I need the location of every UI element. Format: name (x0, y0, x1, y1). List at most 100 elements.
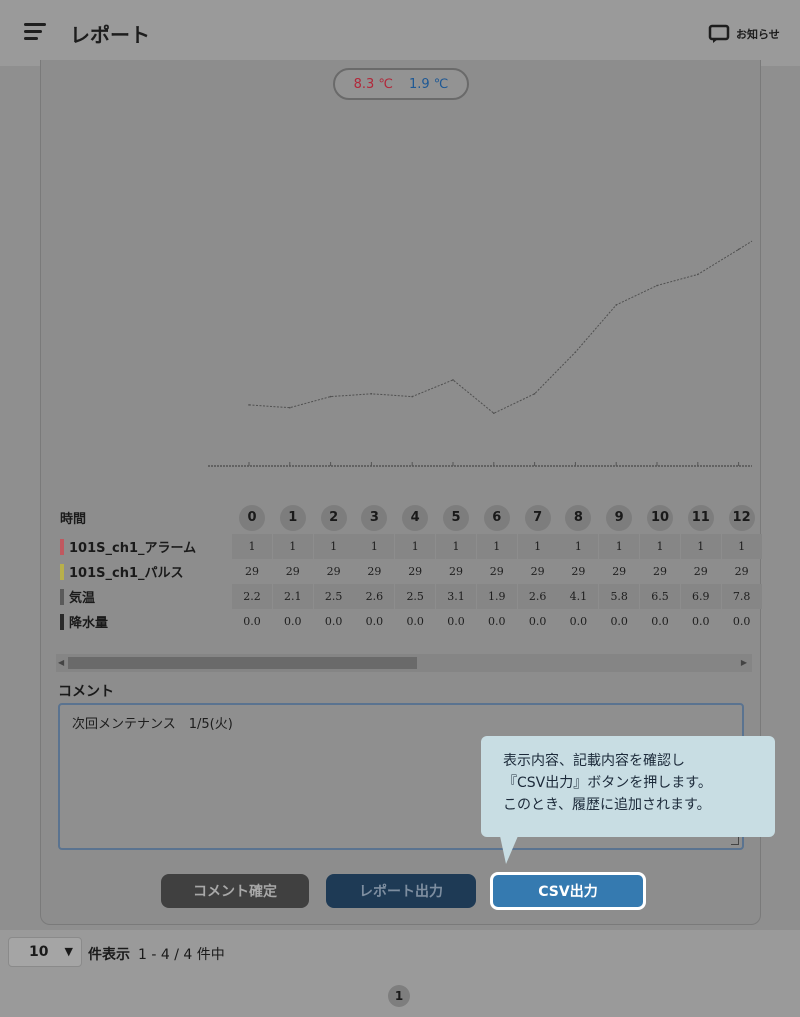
table-cell: 29 (326, 565, 341, 578)
table-row: 101S_ch1_アラーム 1 1 1 1 1 1 1 1 1 1 1 1 1 (60, 534, 762, 559)
message-icon (708, 24, 730, 43)
menu-icon[interactable] (24, 23, 46, 41)
table-cell: 2.5 (395, 584, 436, 609)
max-temperature: 8.3 ℃ (353, 76, 393, 92)
confirm-comment-button[interactable]: コメント確定 (161, 874, 309, 908)
hour-badge: 3 (361, 504, 388, 531)
resize-handle-icon[interactable] (731, 837, 739, 845)
hour-header-cell: 12 (722, 504, 762, 531)
chevron-down-icon: ▼ (64, 945, 73, 958)
temperature-point (493, 412, 495, 415)
hour-header-cell: 1 (273, 504, 313, 531)
hour-header-cell: 10 (640, 504, 680, 531)
table-cell: 0.0 (243, 615, 261, 628)
table-cell: 0.0 (569, 615, 588, 628)
temperature-series-line (248, 240, 753, 414)
row-color-marker (60, 613, 64, 630)
temperature-point (370, 393, 373, 395)
temperature-range-badge: 8.3 ℃ 1.9 ℃ (333, 68, 469, 100)
csv-output-button[interactable]: CSV出力 (490, 872, 646, 910)
table-cell: 1 (272, 534, 313, 559)
hour-header-cell: 2 (314, 504, 354, 531)
table-cell: 1 (395, 534, 436, 559)
table-cell: 0.0 (365, 615, 384, 628)
row-label: 気温 (60, 584, 95, 609)
temperature-point (329, 395, 332, 398)
app-header: レポート お知らせ (0, 0, 800, 66)
temperature-line-chart (208, 240, 753, 467)
row-label-text: 降水量 (69, 616, 109, 631)
row-label-text: 気温 (69, 591, 96, 606)
instruction-tooltip: 表示内容、記載内容を確認し 『CSV出力』ボタンを押します。 このとき、履歴に追… (481, 736, 775, 837)
table-cell: 29 (693, 565, 708, 578)
table-cell: 4.1 (558, 584, 599, 609)
table-cell: 0.0 (488, 615, 506, 628)
table-cell: 1 (436, 534, 476, 559)
hour-badge: 7 (524, 504, 551, 531)
row-label: 降水量 (60, 609, 108, 634)
table-row: 気温 2.2 2.1 2.5 2.6 2.5 3.1 1.9 2.6 4.1 5.8 6.5 6.9 7.… (60, 584, 762, 609)
hour-badge: 8 (565, 504, 592, 531)
table-horizontal-scrollbar[interactable]: ◀ ▶ (56, 654, 752, 672)
hour-badge: 2 (320, 504, 347, 531)
table-cell: 5.8 (599, 584, 640, 609)
table-cell: 1 (313, 534, 354, 559)
scroll-left-icon[interactable]: ◀ (58, 658, 64, 667)
hour-badge: 11 (687, 504, 714, 531)
row-label-text: 101S_ch1_アラーム (69, 541, 197, 556)
table-cell: 0.0 (692, 615, 710, 628)
row-color-marker (60, 563, 64, 580)
table-cell: 1.9 (476, 584, 517, 609)
tooltip-pointer (500, 836, 518, 864)
comment-text: 次回メンテナンス 1/5(火) (72, 717, 233, 732)
table-cell: 29 (489, 565, 504, 578)
temperature-point (248, 404, 250, 406)
table-cell: 6.9 (680, 584, 721, 609)
hour-header-cell: 5 (436, 504, 476, 531)
scrollbar-thumb[interactable] (68, 657, 417, 669)
hour-header-cell: 4 (395, 504, 435, 531)
table-row: 降水量 0.0 0.0 0.0 0.0 0.0 0.0 0.0 0.0 0.0 0.0 0.0 0.0 0… (60, 609, 752, 634)
table-header-label: 時間 (60, 512, 87, 527)
table-cell: 29 (245, 565, 259, 578)
table-cell: 2.1 (272, 584, 313, 609)
min-temperature: 1.9 ℃ (409, 76, 449, 92)
per-page-value: 10 (29, 944, 49, 960)
temperature-point (574, 351, 577, 353)
scroll-right-icon[interactable]: ▶ (741, 658, 747, 667)
table-cell: 29 (530, 565, 545, 578)
table-cell: 0.0 (732, 615, 751, 628)
table-cell: 2.6 (354, 584, 395, 609)
temperature-point (289, 406, 291, 409)
hour-badge: 10 (647, 504, 673, 531)
table-cell: 29 (612, 565, 627, 578)
table-row: 101S_ch1_パルス 29 29 29 29 29 29 29 29 29 29 29 29 29 (60, 559, 752, 584)
table-cell: 0.0 (284, 615, 302, 628)
hour-header-cell: 11 (681, 504, 721, 531)
table-cell: 29 (734, 565, 749, 578)
table-cell: 2.2 (232, 584, 272, 609)
row-label: 101S_ch1_パルス (60, 559, 184, 584)
tooltip-line-3: このとき、履歴に追加されます。 (503, 797, 711, 813)
hour-header-cell: 9 (599, 504, 639, 531)
temperature-point (411, 395, 413, 398)
table-cell: 2.6 (517, 584, 558, 609)
notice-button[interactable]: お知らせ (708, 22, 780, 46)
temperature-point (452, 379, 454, 381)
tooltip-line-1: 表示内容、記載内容を確認し (503, 753, 685, 769)
hour-header-cell: 8 (558, 504, 598, 531)
per-page-select[interactable]: 10 ▼ (8, 937, 82, 967)
table-cell: 29 (449, 565, 463, 578)
hour-header-cell: 3 (354, 504, 394, 531)
hour-header-cell: 0 (232, 504, 272, 531)
table-cell: 29 (367, 565, 382, 578)
row-label: 101S_ch1_アラーム (60, 534, 196, 559)
hour-badge: 6 (483, 504, 510, 531)
result-count: 1 - 4 / 4 件中 (138, 947, 225, 963)
per-page-label: 件表示 (88, 947, 130, 963)
temperature-point (656, 284, 658, 287)
hour-header-cell: 6 (477, 504, 517, 531)
page-button-1[interactable]: 1 (388, 985, 410, 1007)
table-cell: 6.5 (640, 584, 680, 609)
report-output-button[interactable]: レポート出力 (326, 874, 476, 908)
